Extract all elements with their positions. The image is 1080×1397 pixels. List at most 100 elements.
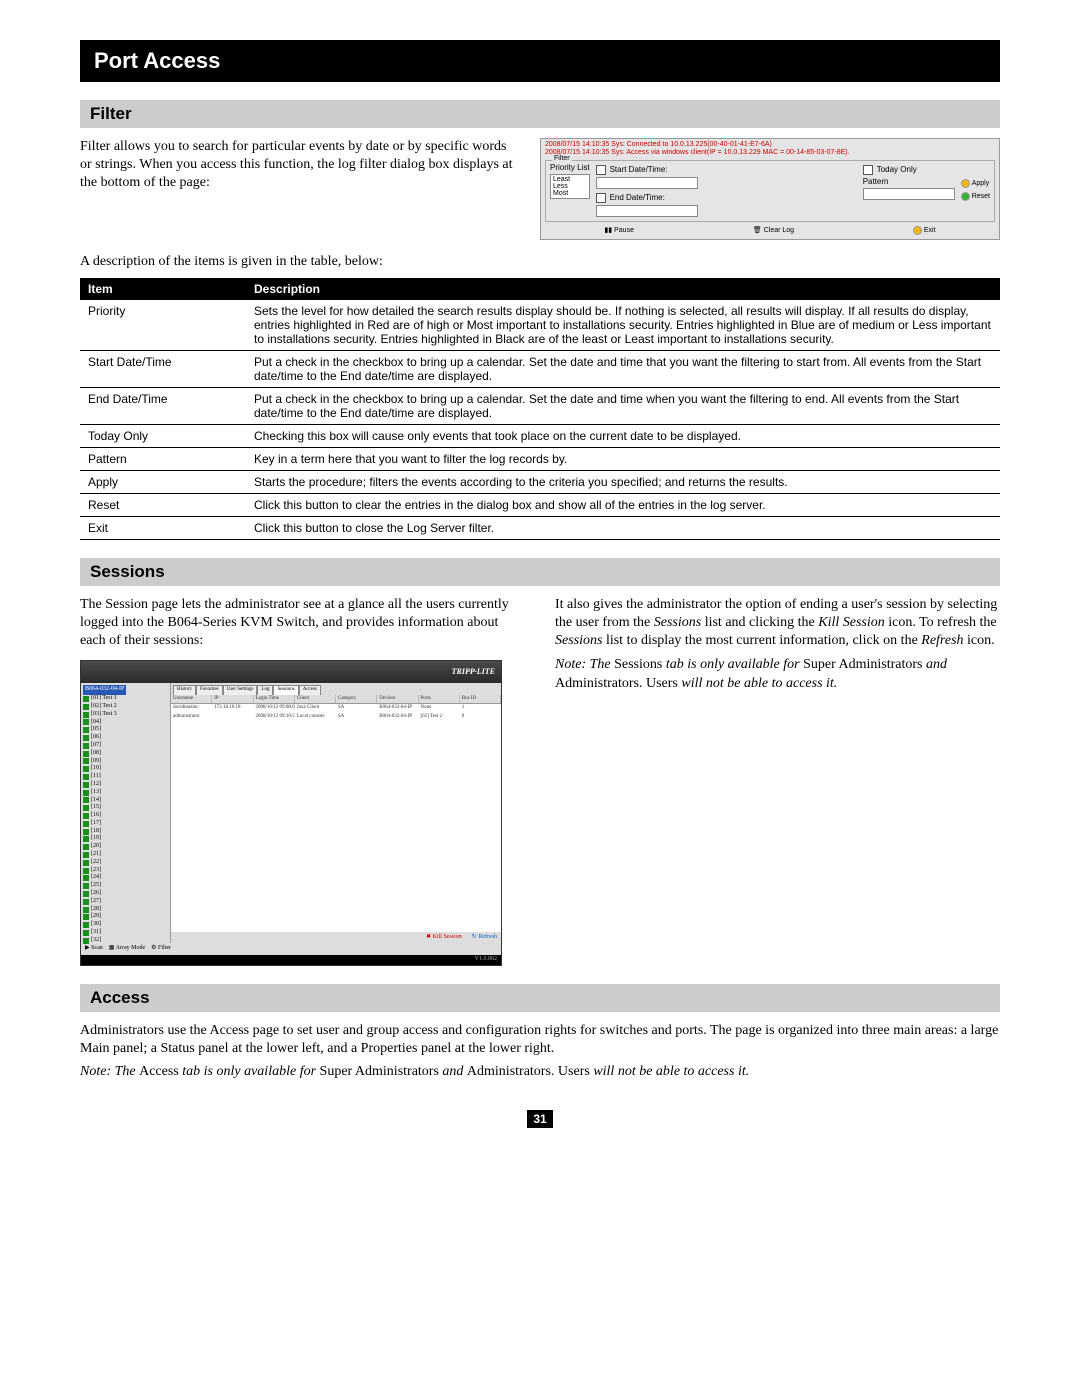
tree-item[interactable]: [13] [83,789,168,797]
cell-desc: Click this button to close the Log Serve… [246,516,1000,539]
exit-button[interactable]: Exit [913,226,936,235]
tree-item[interactable]: [29] [83,913,168,921]
pattern-label: Pattern [863,177,955,186]
tree-item[interactable]: [26] [83,890,168,898]
cell-item: Pattern [80,447,246,470]
reset-button[interactable]: Reset [961,192,990,201]
tab-history[interactable]: History [173,685,196,695]
cell-item: Today Only [80,424,246,447]
table-row: Today OnlyChecking this box will cause o… [80,424,1000,447]
tree-item[interactable]: [28] [83,906,168,914]
grid-row[interactable]: administrator2008/10/12 09:10:59Local co… [171,713,501,722]
tree-item[interactable]: [18] [83,828,168,836]
tree-item[interactable]: [14] [83,797,168,805]
end-date-checkbox[interactable] [596,193,606,203]
filter-dialog: 2008/07/15 14:10:35 Sys: Connected to 10… [540,138,1000,240]
tree-item[interactable]: [09] [83,758,168,766]
access-para: Administrators use the Access page to se… [80,1022,1000,1058]
array-mode-button[interactable]: ▦ Array Mode [109,945,145,953]
tree-item[interactable]: [12] [83,781,168,789]
th-item: Item [80,278,246,300]
clear-log-button[interactable]: 🗑 Clear Log [753,226,794,235]
tab-log[interactable]: Log [257,685,273,695]
th-desc: Description [246,278,1000,300]
tripplite-logo: TRIPP·LITE [452,667,495,677]
priority-list[interactable]: Least Less Most [550,174,590,199]
tree-item[interactable]: [20] [83,843,168,851]
cell-desc: Put a check in the checkbox to bring up … [246,387,1000,424]
end-date-input[interactable] [596,205,698,217]
device-tree[interactable]: B064-032-04-IP [01] Test 1[02] Test 2[03… [81,683,171,943]
tree-item[interactable]: [27] [83,898,168,906]
table-row: ResetClick this button to clear the entr… [80,493,1000,516]
col-head: Bus ID [460,695,501,704]
status-bar: V1.0.062 [81,955,501,965]
col-head: Username [171,695,212,704]
tree-item[interactable]: [03] Test 3 [83,711,168,719]
table-row: Start Date/TimePut a check in the checkb… [80,350,1000,387]
tree-item[interactable]: [22] [83,859,168,867]
sessions-heading: Sessions [80,558,1000,586]
cell-item: Priority [80,300,246,351]
filter-heading: Filter [80,100,1000,128]
tree-item[interactable]: [31] [83,929,168,937]
table-row: ExitClick this button to close the Log S… [80,516,1000,539]
tree-item[interactable]: [05] [83,726,168,734]
tree-item[interactable]: [15] [83,804,168,812]
tab-favorites[interactable]: Favorites [196,685,223,695]
tree-item[interactable]: [04] [83,719,168,727]
cell-desc: Click this button to clear the entries i… [246,493,1000,516]
apply-button[interactable]: Apply [961,179,990,188]
refresh-button[interactable]: ↻ Refresh [472,934,497,942]
cell-item: Start Date/Time [80,350,246,387]
sessions-left-text: The Session page lets the administrator … [80,596,525,651]
today-only-checkbox[interactable] [863,165,873,175]
filter-button[interactable]: ⚙ Filter [151,945,171,953]
scan-button[interactable]: ▶ Scan [85,945,103,953]
tab-bar: HistoryFavoritesUser SettingsLogSessions… [171,683,501,695]
start-date-label: Start Date/Time: [610,165,668,174]
tree-item[interactable]: [01] Test 1 [83,695,168,703]
filter-intro: Filter allows you to search for particul… [80,138,520,193]
access-note: Note: The Access tab is only available f… [80,1064,1000,1080]
tree-item[interactable]: [11] [83,773,168,781]
start-date-input[interactable] [596,177,698,189]
tree-item[interactable]: [24] [83,874,168,882]
tree-item[interactable]: [19] [83,835,168,843]
start-date-checkbox[interactable] [596,165,606,175]
priority-opt-least[interactable]: Least [553,176,579,183]
tab-access[interactable]: Access [299,685,321,695]
today-only-label: Today Only [877,165,917,174]
tree-root[interactable]: B064-032-04-IP [83,685,126,695]
tree-item[interactable]: [16] [83,812,168,820]
tree-item[interactable]: [17] [83,820,168,828]
tab-sessions[interactable]: Sessions [273,685,298,695]
grid-row[interactable]: davidmazinc172.18.10.182008/10/12 09:08:… [171,704,501,713]
table-row: PrioritySets the level for how detailed … [80,300,1000,351]
tree-item[interactable]: [23] [83,867,168,875]
col-head: Client [295,695,336,704]
cell-item: Exit [80,516,246,539]
col-head: Devices [377,695,418,704]
pattern-input[interactable] [863,188,955,200]
tree-item[interactable]: [25] [83,882,168,890]
tree-item[interactable]: [02] Test 2 [83,703,168,711]
pause-button[interactable]: ▮▮ Pause [604,226,634,235]
tree-item[interactable]: [06] [83,734,168,742]
log-line-1: 2008/07/15 14:10:35 Sys: Connected to 10… [545,141,995,149]
tree-item[interactable]: [07] [83,742,168,750]
priority-opt-most[interactable]: Most [553,190,579,197]
cell-desc: Key in a term here that you want to filt… [246,447,1000,470]
priority-opt-less[interactable]: Less [553,183,579,190]
sessions-screenshot: TRIPP·LITE B064-032-04-IP [01] Test 1[02… [80,660,502,966]
kill-session-button[interactable]: ✖ Kill Session [426,934,462,942]
tree-item[interactable]: [08] [83,750,168,758]
tab-user-settings[interactable]: User Settings [223,685,258,695]
tree-item[interactable]: [21] [83,851,168,859]
tree-item[interactable]: [30] [83,921,168,929]
grid-header: UsernameIPLogin TimeClientCategoryDevice… [171,695,501,705]
tree-item[interactable]: [32] [83,937,168,945]
cell-item: Reset [80,493,246,516]
tree-item[interactable]: [10] [83,765,168,773]
table-row: ApplyStarts the procedure; filters the e… [80,470,1000,493]
